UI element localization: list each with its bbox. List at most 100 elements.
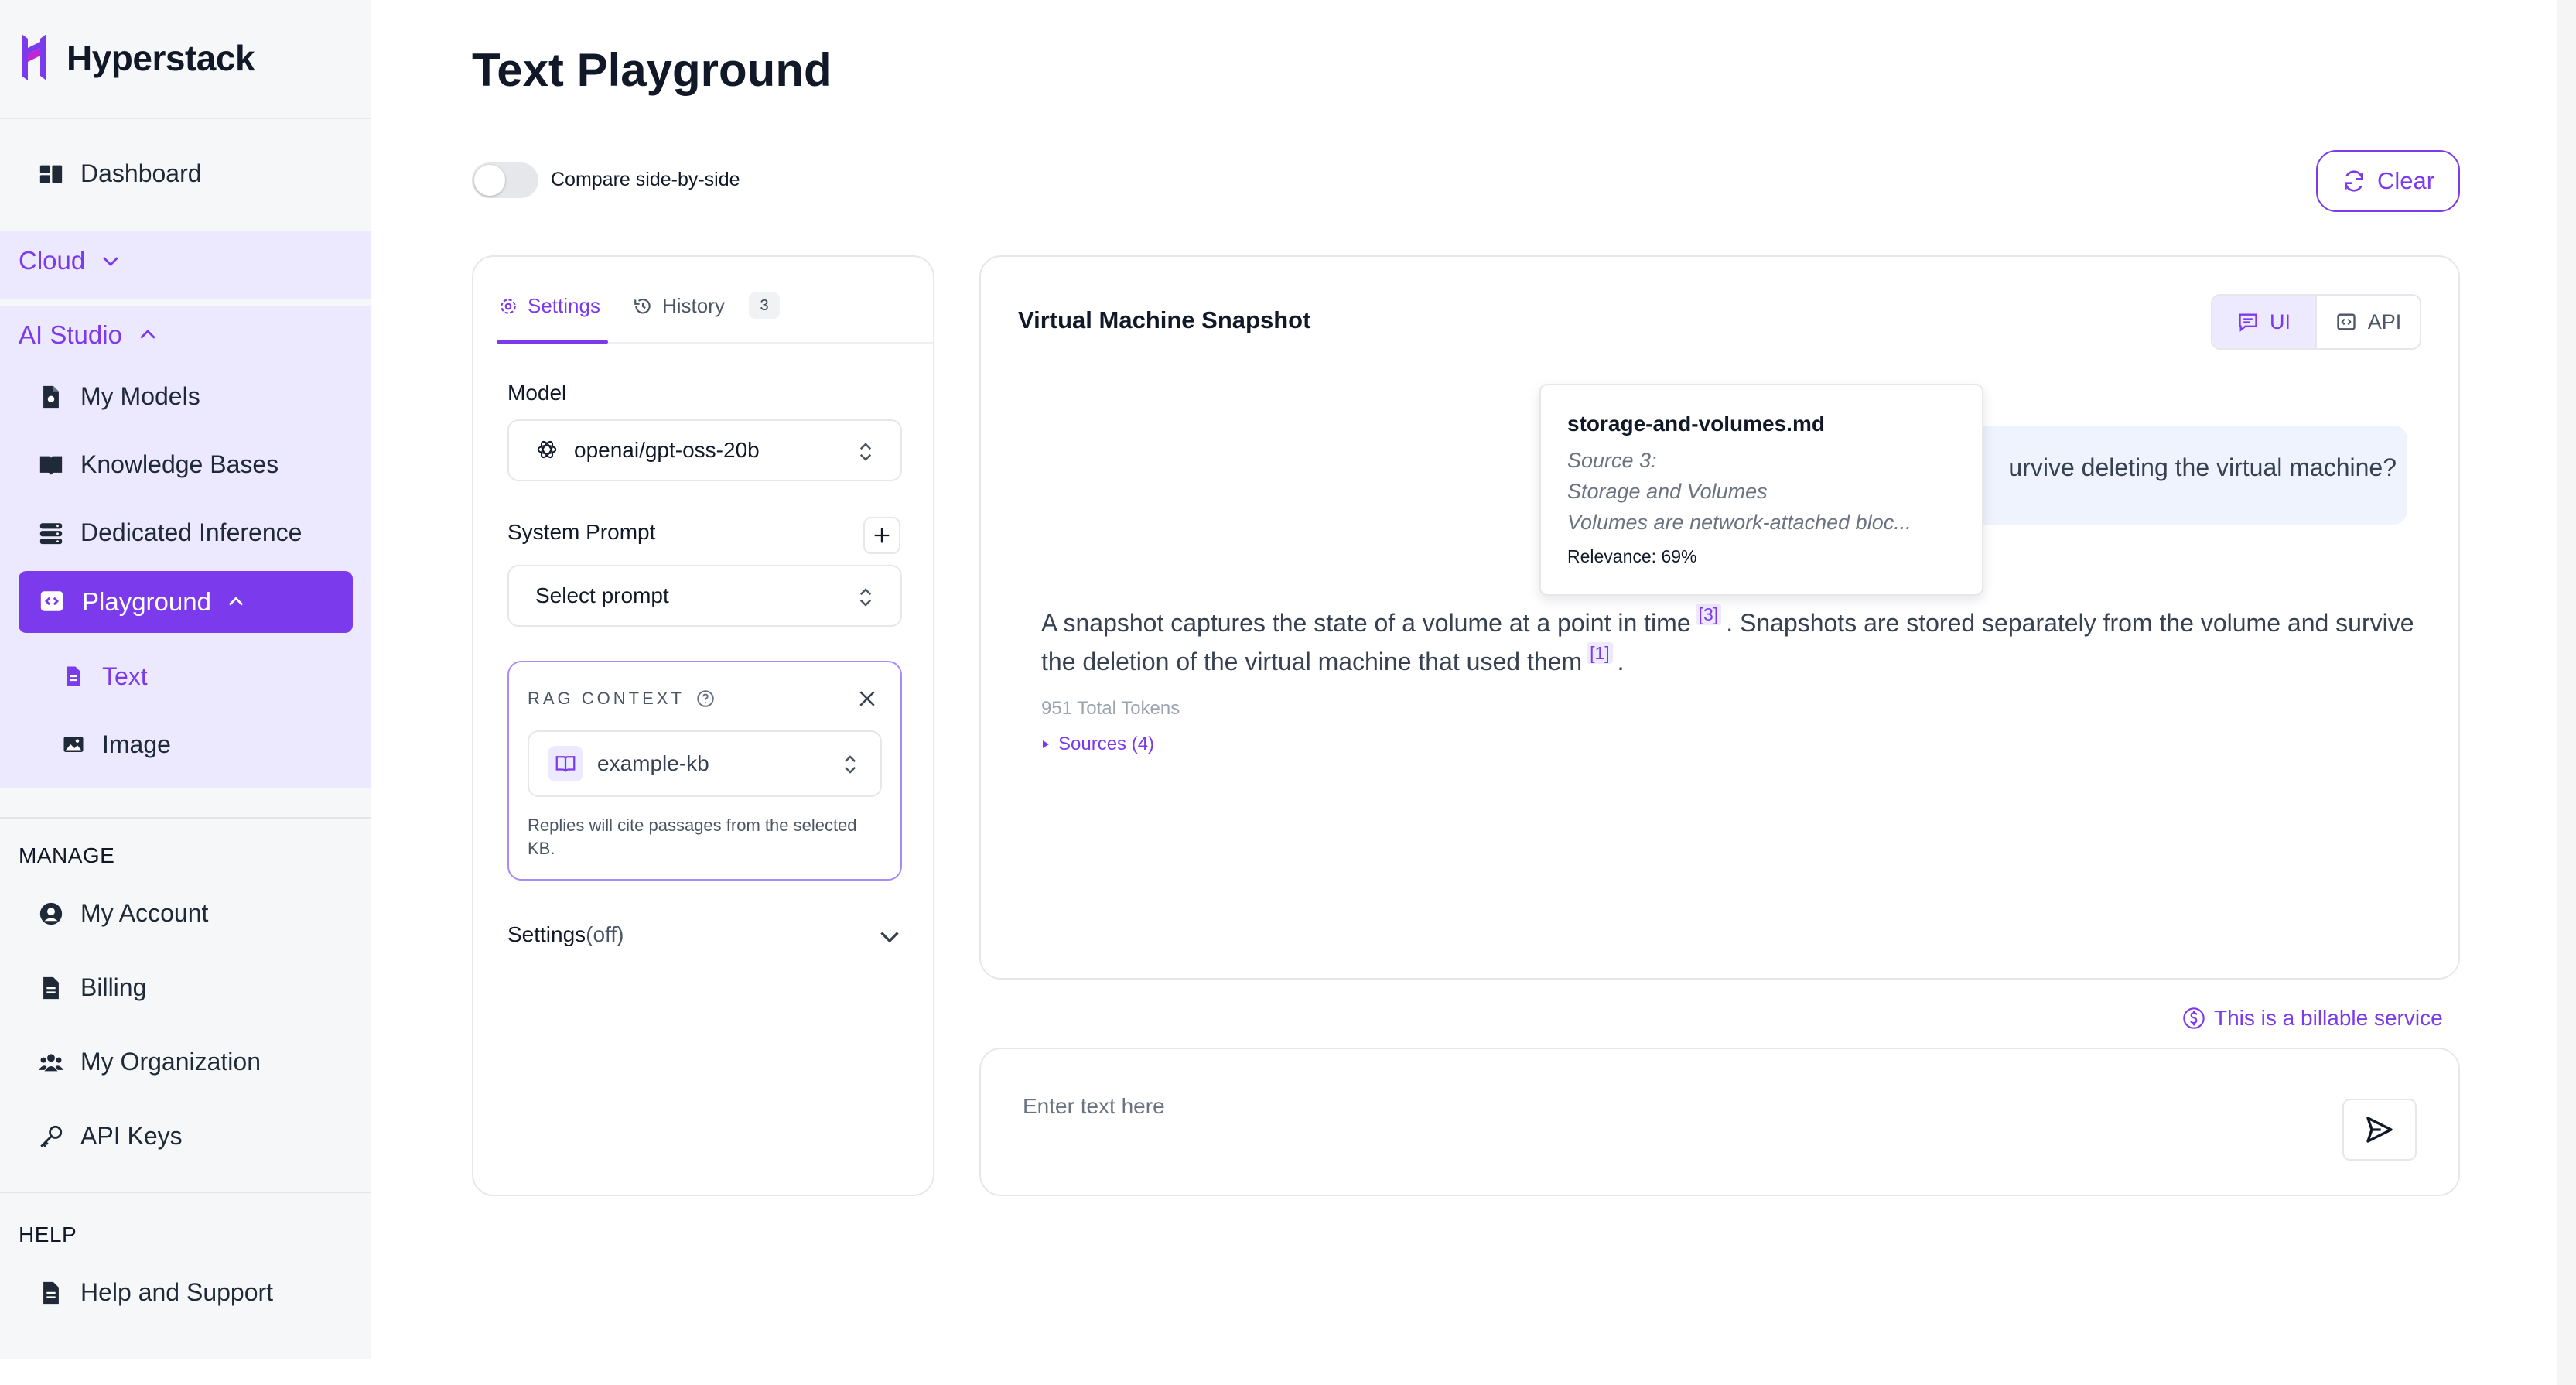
sidebar-item-text[interactable]: Text — [62, 662, 148, 691]
sidebar: Hyperstack Dashboard Cloud AI Studio My … — [0, 0, 371, 1359]
chat-icon — [2239, 313, 2257, 332]
billable-label: This is a billable service — [2214, 1006, 2443, 1030]
sidebar-item-my-organization[interactable]: My Organization — [37, 1048, 261, 1076]
send-button[interactable] — [2342, 1099, 2417, 1161]
compare-toggle[interactable] — [472, 162, 538, 198]
add-prompt-button[interactable] — [863, 517, 900, 554]
code-window-icon — [39, 588, 67, 616]
sidebar-item-my-account[interactable]: My Account — [37, 899, 208, 928]
sidebar-item-dedicated-inference[interactable]: Dedicated Inference — [37, 518, 302, 547]
manage-group-label: MANAGE — [19, 843, 115, 867]
system-prompt-select[interactable]: Select prompt — [507, 565, 902, 627]
close-icon[interactable] — [856, 687, 879, 710]
system-prompt-value: Select prompt — [535, 583, 669, 607]
sidebar-item-api-keys[interactable]: API Keys — [37, 1122, 183, 1151]
sidebar-divider — [0, 817, 371, 819]
chevron-up-down-icon — [859, 588, 872, 607]
user-circle-icon — [37, 900, 65, 928]
section-label: Cloud — [19, 246, 86, 275]
server-icon — [37, 519, 65, 547]
toggle-knob — [474, 165, 505, 196]
dollar-circle-icon — [2183, 1007, 2205, 1029]
page-scrollbar[interactable] — [2557, 0, 2576, 1385]
sidebar-item-billing[interactable]: Billing — [37, 973, 146, 1002]
model-label: Model — [507, 381, 567, 405]
sources-toggle[interactable]: Sources (4) — [1041, 734, 1154, 755]
sidebar-item-label: Dashboard — [80, 159, 202, 187]
sidebar-item-knowledge-bases[interactable]: Knowledge Bases — [37, 450, 278, 479]
app-name: Hyperstack — [67, 38, 255, 78]
text-file-icon — [62, 665, 87, 689]
mode-ui-button[interactable]: UI — [2212, 296, 2317, 348]
sidebar-item-label: My Models — [80, 382, 200, 410]
book-icon — [37, 451, 65, 479]
logo-divider — [0, 118, 371, 119]
sidebar-section-cloud[interactable]: Cloud — [19, 246, 122, 275]
history-icon — [634, 298, 651, 313]
send-icon — [2366, 1117, 2393, 1143]
mode-label: API — [2367, 309, 2402, 333]
sidebar-item-image[interactable]: Image — [62, 730, 171, 759]
sidebar-item-label: My Organization — [80, 1048, 261, 1076]
rag-context-title: RAG CONTEXT — [528, 689, 716, 709]
tooltip-source: Source 3: — [1567, 449, 1657, 472]
conversation-title: Virtual Machine Snapshot — [1018, 306, 1311, 333]
sidebar-item-label: Help and Support — [80, 1278, 274, 1306]
prompt-input[interactable] — [1023, 1086, 2260, 1127]
key-icon — [37, 1123, 65, 1151]
billable-notice[interactable]: This is a billable service — [2181, 1006, 2443, 1031]
sidebar-divider — [0, 1192, 371, 1193]
chevron-up-down-icon — [859, 443, 872, 461]
tooltip-snippet: Volumes are network-attached bloc... — [1567, 511, 1912, 534]
tab-label: History — [662, 294, 725, 317]
assistant-message: A snapshot captures the state of a volum… — [1041, 604, 2441, 681]
sidebar-section-ai-studio[interactable]: AI Studio — [19, 320, 159, 350]
refresh-icon — [2344, 170, 2363, 192]
mode-label: UI — [2270, 309, 2291, 333]
book-icon — [548, 746, 583, 781]
sidebar-item-my-models[interactable]: My Models — [37, 382, 200, 411]
citation-tooltip: storage-and-volumes.md Source 3: Storage… — [1539, 384, 1983, 596]
knowledge-base-select[interactable]: example-kb — [528, 730, 882, 797]
tab-label: Settings — [528, 294, 600, 317]
sidebar-item-label: My Account — [80, 899, 209, 927]
chat-panel: Virtual Machine Snapshot UI API urvive d… — [979, 255, 2460, 980]
chevron-down-icon — [103, 257, 118, 266]
chevron-up-icon — [228, 597, 244, 606]
plus-icon — [874, 528, 890, 543]
tab-history[interactable]: History — [633, 294, 725, 318]
model-select[interactable]: openai/gpt-oss-20b — [507, 419, 902, 481]
tooltip-relevance: Relevance: 69% — [1567, 546, 1697, 566]
advanced-settings-toggle[interactable]: Settings(off) — [507, 922, 624, 947]
help-circle-icon[interactable] — [695, 689, 716, 709]
caret-right-icon — [1043, 740, 1049, 748]
dashboard-icon — [37, 160, 65, 188]
sidebar-item-label: Playground — [82, 587, 211, 616]
sidebar-item-help-support[interactable]: Help and Support — [37, 1278, 273, 1307]
sidebar-item-label: Image — [102, 730, 171, 758]
mode-switch: UI API — [2211, 294, 2421, 350]
composer — [979, 1048, 2460, 1196]
clear-button[interactable]: Clear — [2316, 150, 2460, 212]
system-prompt-label: System Prompt — [507, 520, 656, 544]
code-icon — [2337, 313, 2356, 330]
citation-3[interactable]: [3] — [1695, 604, 1722, 625]
answer-text: A snapshot captures the state of a volum… — [1041, 609, 1691, 637]
settings-state: (off) — [586, 922, 624, 946]
sidebar-item-label: Dedicated Inference — [80, 518, 302, 546]
mode-api-button[interactable]: API — [2317, 296, 2420, 348]
app-logo[interactable]: Hyperstack — [17, 31, 255, 85]
ai-studio-section — [0, 306, 371, 788]
citation-1[interactable]: [1] — [1587, 642, 1613, 664]
chevron-down-icon[interactable] — [876, 922, 904, 950]
chevron-up-icon — [140, 330, 155, 339]
users-icon — [37, 1048, 65, 1076]
tab-settings[interactable]: Settings — [498, 294, 600, 318]
history-count-badge: 3 — [749, 292, 780, 319]
rag-title-label: RAG CONTEXT — [528, 689, 685, 708]
sidebar-item-label: Knowledge Bases — [80, 450, 279, 478]
sidebar-item-dashboard[interactable]: Dashboard — [37, 159, 202, 188]
sidebar-item-playground[interactable]: Playground — [19, 571, 353, 633]
settings-label: Settings — [507, 922, 586, 946]
clear-label: Clear — [2376, 167, 2435, 194]
